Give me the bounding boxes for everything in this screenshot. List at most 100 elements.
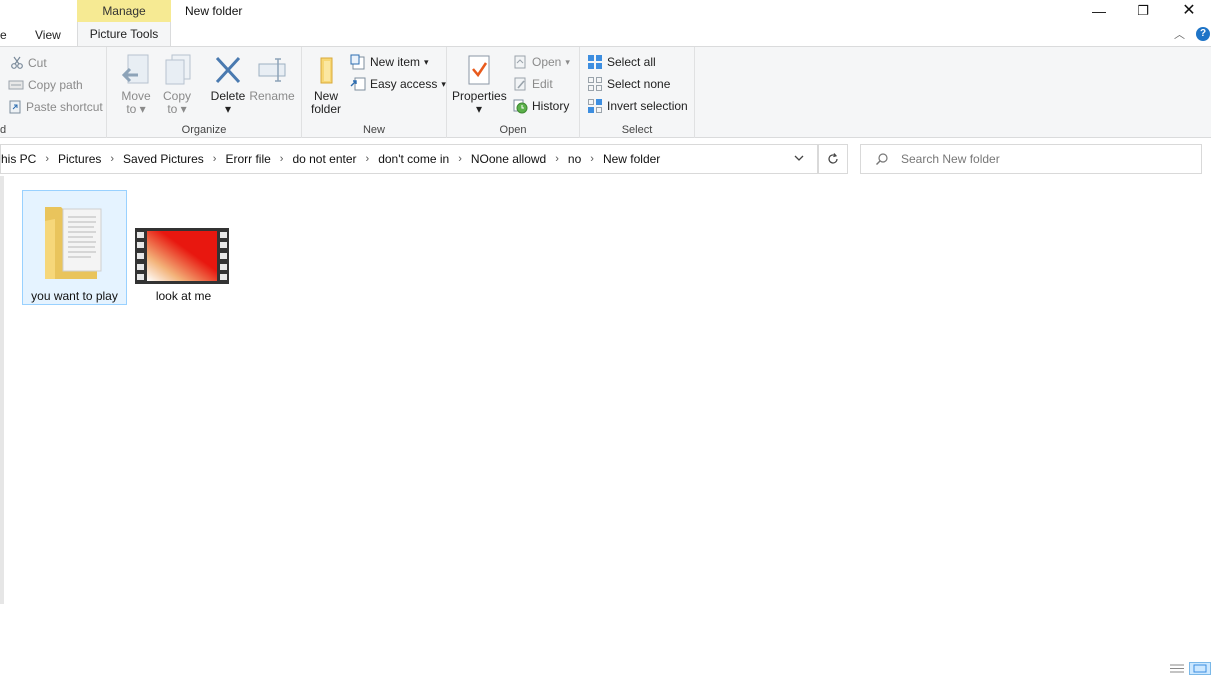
navigation-pane-edge[interactable] [0,176,4,604]
open-button[interactable]: Open ▾ [512,52,570,72]
new-folder-label-2: folder [310,102,342,116]
help-icon[interactable]: ? [1196,27,1210,41]
file-label: look at me [155,289,212,303]
breadcrumb-noone-allowd[interactable]: NOone allowd [471,152,546,166]
breadcrumb-erorr-file[interactable]: Erorr file [225,152,270,166]
easy-access-dropdown-icon: ▾ [441,78,446,89]
restore-button[interactable]: ❐ [1120,0,1166,22]
window-title: New folder [185,4,243,18]
paste-shortcut-label: Paste shortcut [26,100,103,114]
close-button[interactable]: ✕ [1166,0,1211,22]
refresh-icon [828,153,838,164]
move-to-label-2: to ▾ [126,102,146,116]
breadcrumb-do-not-enter[interactable]: do not enter [292,152,356,166]
select-group-label: Select [621,124,653,136]
edit-button[interactable]: Edit [512,74,553,94]
folder-icon [45,207,102,279]
copy-to-button[interactable]: Copy to ▾ [157,53,197,116]
properties-button[interactable]: Properties ▾ [452,53,507,116]
file-item-video[interactable]: look at me [131,190,236,305]
search-input[interactable]: Search New folder [901,152,1000,166]
refresh-button[interactable] [818,144,848,174]
search-box[interactable]: Search New folder [860,144,1202,174]
group-new: New folder New item ▾ Easy access ▾ New [302,47,447,138]
history-icon [513,99,528,114]
breadcrumb-saved-pictures[interactable]: Saved Pictures [123,152,204,166]
new-item-icon [350,54,365,70]
breadcrumb-separator-icon[interactable]: › [45,153,49,165]
breadcrumb-this-pc[interactable]: his PC [1,152,36,166]
tab-view[interactable]: View [35,28,61,42]
select-none-icon [588,77,602,91]
new-folder-button[interactable]: New folder [308,53,344,116]
select-all-icon [588,55,602,69]
breadcrumb-no[interactable]: no [568,152,581,166]
group-open: Properties ▾ Open ▾ Edit History Open [447,47,580,138]
open-group-label: Open [499,124,527,136]
open-label: Open [532,55,562,69]
new-item-button[interactable]: New item ▾ [350,52,429,72]
address-bar[interactable]: his PC › Pictures › Saved Pictures › Ero… [0,144,818,174]
rename-label: Rename [249,89,295,103]
file-label: you want to play [31,289,118,303]
breadcrumb-separator-icon[interactable]: › [590,153,594,165]
details-view-icon[interactable] [1168,662,1186,675]
breadcrumb-separator-icon[interactable]: › [458,153,462,165]
new-item-dropdown-icon: ▾ [424,56,429,67]
group-clipboard: Cut Copy path Paste shortcut d [0,47,107,138]
breadcrumb-dont-come-in[interactable]: don't come in [378,152,449,166]
scissors-icon [11,56,23,69]
edit-label: Edit [532,77,553,91]
cut-label: Cut [28,56,47,70]
rename-icon [258,58,286,82]
tab-file[interactable]: e [0,28,7,42]
cut-button[interactable]: Cut [10,53,47,73]
open-icon [514,55,526,69]
large-icons-view-icon[interactable] [1189,662,1211,675]
breadcrumb-separator-icon[interactable]: › [280,153,284,165]
clipboard-group-label: d [0,124,7,136]
copy-path-button[interactable]: Copy path [8,75,83,95]
rename-button[interactable]: Rename [249,53,295,103]
invert-selection-button[interactable]: Invert selection [587,96,688,116]
breadcrumb-separator-icon[interactable]: › [366,153,370,165]
move-to-icon [121,54,149,84]
easy-access-icon [350,77,366,91]
paste-shortcut-icon [9,100,21,114]
group-select: Select all Select none Invert selection … [580,47,695,138]
invert-selection-icon [588,99,602,113]
breadcrumb-pictures[interactable]: Pictures [58,152,101,166]
breadcrumb-separator-icon[interactable]: › [555,153,559,165]
move-to-button[interactable]: Move to ▾ [116,53,156,116]
file-item-folder[interactable]: you want to play [22,190,127,305]
title-bar: e View Manage Picture Tools New folder —… [0,0,1211,47]
paste-shortcut-button[interactable]: Paste shortcut [8,97,103,117]
properties-dropdown-icon: ▾ [475,102,483,116]
ribbon: Cut Copy path Paste shortcut d Move to ▾… [0,46,1211,138]
minimize-button[interactable]: — [1076,0,1122,22]
breadcrumb-separator-icon[interactable]: › [110,153,114,165]
breadcrumb-separator-icon[interactable]: › [213,153,217,165]
history-label: History [532,99,570,113]
search-icon [876,153,888,165]
delete-x-icon [215,56,241,84]
easy-access-button[interactable]: Easy access ▾ [350,74,446,94]
select-none-button[interactable]: Select none [587,74,670,94]
history-button[interactable]: History [512,96,569,116]
select-all-button[interactable]: Select all [587,52,656,72]
delete-button[interactable]: Delete ▾ [207,53,249,116]
collapse-ribbon-icon[interactable]: ︿ [1174,26,1185,42]
copy-path-label: Copy path [28,78,83,92]
context-tab-group-manage: Manage [77,0,171,22]
new-folder-icon [320,57,333,84]
open-dropdown-icon: ▾ [565,56,570,67]
breadcrumb-new-folder[interactable]: New folder [603,152,660,166]
tab-picture-tools[interactable]: Picture Tools [77,22,171,47]
edit-icon [514,77,526,91]
organize-group-label: Organize [181,124,227,136]
invert-selection-label: Invert selection [607,99,688,113]
delete-dropdown-icon: ▾ [224,102,232,116]
copy-path-icon [8,80,24,90]
address-history-chevron-down-icon[interactable] [793,150,805,166]
video-thumbnail-icon [135,228,229,284]
